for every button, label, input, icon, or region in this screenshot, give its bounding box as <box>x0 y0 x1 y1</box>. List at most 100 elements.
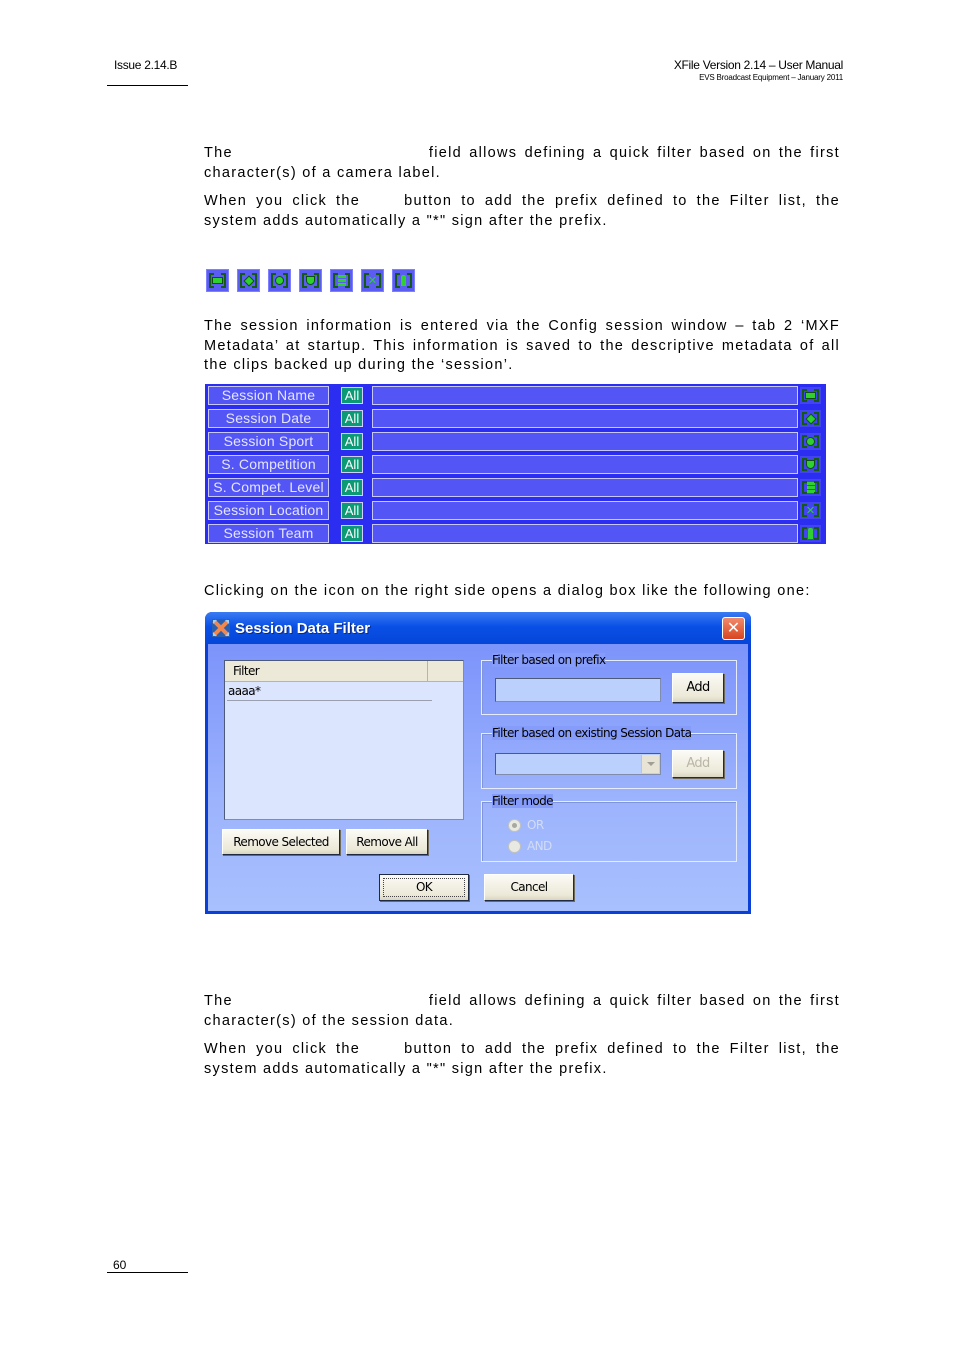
text: When you click the <box>204 1041 361 1057</box>
session-name-filter-button[interactable] <box>800 387 821 404</box>
cancel-button[interactable]: Cancel <box>484 874 574 901</box>
header-rule <box>107 85 188 86</box>
session-sport-filter-button[interactable] <box>800 433 821 450</box>
add-prefix-button[interactable]: Add <box>672 673 724 703</box>
session-data-filter-dialog: Session Data Filter ✕ Filter aaaa* Remov… <box>205 612 751 914</box>
text: The <box>204 993 233 1009</box>
all-button[interactable]: All <box>341 502 363 519</box>
close-icon: ✕ <box>726 618 741 637</box>
paragraph-session-info: The session information is entered via t… <box>204 318 840 373</box>
existing-data-filter-group: Filter based on existing Session Data Ad… <box>481 726 737 789</box>
session-sport-field[interactable] <box>372 432 798 451</box>
paragraph-dialog-intro: Clicking on the icon on the right side o… <box>204 583 811 599</box>
column-header-filter[interactable]: Filter <box>225 661 428 681</box>
group-legend: Filter based on existing Session Data <box>492 726 692 740</box>
all-button[interactable]: All <box>341 433 363 450</box>
session-row-date: Session Date All <box>205 409 826 428</box>
session-row-name: Session Name All <box>205 386 826 405</box>
session-team-filter-button[interactable] <box>800 525 821 542</box>
radio-or-label: OR <box>527 818 544 832</box>
session-row-compet-level: S. Compet. Level All <box>205 478 826 497</box>
session-row-label: S. Competition <box>208 455 329 474</box>
session-date-filter-button[interactable] <box>800 410 821 427</box>
session-row-label: Session Name <box>208 386 329 405</box>
session-location-field[interactable] <box>372 501 798 520</box>
session-row-label: Session Location <box>208 501 329 520</box>
session-competition-icon <box>800 456 821 473</box>
issue-label: Issue 2.14.B <box>114 58 178 72</box>
chevron-down-icon[interactable] <box>641 755 659 773</box>
session-data-panel: Session Name All Session Date All Sessio… <box>205 384 826 544</box>
session-date-field[interactable] <box>372 409 798 428</box>
session-team-field[interactable] <box>372 524 798 543</box>
text: When you click the <box>204 193 361 209</box>
session-data-dropdown[interactable] <box>495 753 661 775</box>
focus-ring <box>383 878 465 897</box>
paragraph-session-prefix: The field allows defining a quick filter … <box>204 992 840 1031</box>
session-row-competition: S. Competition All <box>205 455 826 474</box>
session-icon-row: ✕ <box>206 269 415 292</box>
session-sport-icon <box>268 269 291 292</box>
ok-button[interactable]: OK <box>379 874 469 901</box>
manual-title: XFile Version 2.14 – User Manual <box>673 58 843 72</box>
manual-subtitle: EVS Broadcast Equipment – January 2011 <box>699 73 843 82</box>
session-row-team: Session Team All <box>205 524 826 543</box>
text: field allows defining a quick filter bas… <box>204 993 840 1029</box>
all-button[interactable]: All <box>341 410 363 427</box>
dialog-title: Session Data Filter <box>235 620 371 637</box>
filter-list-header: Filter <box>225 661 463 682</box>
session-compet-level-field[interactable] <box>372 478 798 497</box>
all-button[interactable]: All <box>341 479 363 496</box>
session-row-location: Session Location All ✕ <box>205 501 826 520</box>
remove-all-button[interactable]: Remove All <box>346 829 428 855</box>
remove-selected-button[interactable]: Remove Selected <box>222 829 340 855</box>
session-compet-level-icon <box>800 479 821 496</box>
all-button[interactable]: All <box>341 387 363 404</box>
document-header: XFile Version 2.14 – User Manual EVS Bro… <box>674 58 843 82</box>
page-number: 60 <box>113 1258 127 1272</box>
session-team-icon <box>392 269 415 292</box>
prefix-filter-group: Filter based on prefix Add <box>481 653 737 715</box>
radio-and-label: AND <box>527 839 552 853</box>
session-team-icon <box>800 525 821 542</box>
prefix-input[interactable] <box>495 678 661 702</box>
session-location-icon: ✕ <box>361 269 384 292</box>
session-compet-level-filter-button[interactable] <box>800 479 821 496</box>
dialog-body: Filter aaaa* Remove Selected Remove All … <box>208 644 748 911</box>
session-row-label: Session Sport <box>208 432 329 451</box>
footer-rule <box>107 1272 188 1273</box>
group-legend: Filter mode <box>492 794 554 808</box>
session-row-label: S. Compet. Level <box>208 478 329 497</box>
close-button[interactable]: ✕ <box>722 617 745 640</box>
paragraph-camera-prefix: The field allows defining a quick filter … <box>204 144 840 183</box>
session-sport-icon <box>800 433 821 450</box>
session-location-icon: ✕ <box>800 502 821 519</box>
session-competition-filter-button[interactable] <box>800 456 821 473</box>
text: The <box>204 145 233 161</box>
all-button[interactable]: All <box>341 525 363 542</box>
group-legend: Filter based on prefix <box>492 653 606 667</box>
session-name-field[interactable] <box>372 386 798 405</box>
session-compet-level-icon <box>330 269 353 292</box>
radio-and[interactable] <box>508 840 521 853</box>
session-date-icon <box>237 269 260 292</box>
session-competition-icon <box>299 269 322 292</box>
add-existing-button[interactable]: Add <box>672 750 724 778</box>
paragraph-add-button-session: When you click the button to add the pref… <box>204 1040 840 1079</box>
list-item[interactable]: aaaa* <box>227 683 432 701</box>
session-date-icon <box>800 410 821 427</box>
dialog-title-bar[interactable]: Session Data Filter ✕ <box>205 612 751 644</box>
session-row-sport: Session Sport All <box>205 432 826 451</box>
filter-list[interactable]: Filter aaaa* <box>224 660 464 820</box>
text: field allows defining a quick filter bas… <box>204 145 840 181</box>
session-name-icon <box>206 269 229 292</box>
session-location-filter-button[interactable]: ✕ <box>800 502 821 519</box>
app-icon <box>212 619 230 637</box>
radio-or[interactable] <box>508 819 521 832</box>
paragraph-add-button: When you click the button to add the pref… <box>204 192 840 231</box>
session-row-label: Session Team <box>208 524 329 543</box>
session-name-icon <box>800 387 821 404</box>
session-competition-field[interactable] <box>372 455 798 474</box>
all-button[interactable]: All <box>341 456 363 473</box>
filter-mode-group: Filter mode OR AND <box>481 794 737 862</box>
